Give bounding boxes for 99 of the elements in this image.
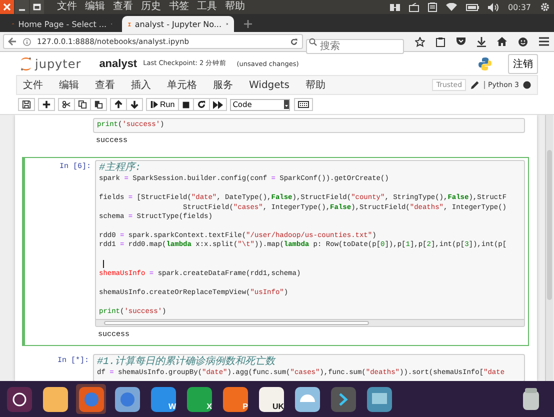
plus-icon[interactable] [244,20,252,28]
text-cursor [103,260,104,268]
radio-icon [408,2,419,12]
chevron-icon [330,386,356,412]
presentation-icon [222,386,248,412]
save-button[interactable] [18,98,35,111]
download-icon[interactable] [477,36,486,46]
restart-run-all-button[interactable] [208,98,227,111]
step-forward-icon [150,100,158,109]
clipboard-icon[interactable] [436,36,445,46]
copy-icon [78,100,87,109]
folder-icon [42,386,68,412]
browser-tab[interactable]: analyst - Jupyter No... [122,16,234,32]
maximize-icon [33,3,41,11]
keyboard-icon [298,101,309,108]
vertical-scrollbar[interactable] [545,115,553,381]
volume-icon [488,2,499,12]
dock-item[interactable] [112,384,142,414]
home-icon[interactable] [497,37,507,46]
menu-item[interactable]: 服务 [213,78,233,92]
circle-logo-icon [6,386,32,412]
spreadsheet-icon [186,386,212,412]
plus-icon [42,100,51,109]
dock-item[interactable]: UK [256,384,286,414]
maximize-button[interactable] [30,0,44,14]
menu-item[interactable]: 查看 [113,1,133,13]
move-up-button[interactable] [110,98,127,111]
insert-button[interactable] [38,98,55,111]
copy-button[interactable] [74,98,91,111]
menu-item[interactable]: 编辑 [85,1,105,13]
menu-item[interactable]: 帮助 [225,1,245,13]
paste-button[interactable] [90,98,107,111]
info-icon[interactable] [23,38,31,46]
arrow-down-icon [130,100,139,109]
pencil-icon[interactable] [471,81,480,89]
move-down-button[interactable] [126,98,143,111]
notebook-name[interactable]: analyst [99,58,138,70]
dock-item[interactable] [364,384,394,414]
star-icon[interactable] [415,36,425,46]
restart-icon [196,100,206,109]
logout-button[interactable]: 注销 [508,54,538,74]
code-cell[interactable] [22,157,529,346]
menu-item[interactable]: 文件 [57,1,77,13]
run-button[interactable]: Run [146,98,179,111]
smiley-icon[interactable] [518,36,528,46]
pocket-icon[interactable] [456,37,466,46]
code-editor[interactable] [95,160,525,328]
back-arrow-icon[interactable] [8,37,17,46]
orbit-logo-icon [20,56,32,70]
transfer-icon [390,2,400,12]
close-icon [3,3,11,11]
dock-item[interactable] [40,384,70,414]
horizontal-scrollbar[interactable] [96,319,524,326]
menu-icon[interactable] [539,37,549,46]
menu-item[interactable]: Widgets [249,80,290,90]
globe-icon [78,386,104,412]
menu-item[interactable]: 工具 [197,1,217,13]
document-icon [150,386,176,412]
interrupt-button[interactable] [178,98,194,111]
code-line: #主程序: [99,163,142,174]
menu-item[interactable]: 文件 [23,78,43,92]
monitor-icon [366,386,392,412]
trash-icon[interactable] [522,388,540,410]
menu-item[interactable]: 书签 [169,1,189,13]
menu-item[interactable]: 历史 [141,1,161,13]
restart-button[interactable] [192,98,210,111]
menu-item[interactable]: 帮助 [305,78,326,92]
clipboard-icon [428,2,437,12]
search-field[interactable]: 搜索 [306,39,404,54]
stop-icon [182,100,190,108]
battery-icon [466,4,479,10]
snake-logo-icon [478,56,492,70]
menu-item[interactable]: 插入 [131,78,151,92]
hourglass-icon [128,20,131,28]
scissors-icon [62,100,71,109]
code-line: #1.计算每日的累计确诊病例数和死亡数 [97,357,277,368]
browser-tab[interactable]: Home Page - Select ... [6,16,118,32]
jupyter-logo[interactable]: jupyter [20,56,82,70]
menu-item[interactable]: 查看 [95,78,115,92]
reload-icon[interactable] [290,38,298,46]
clock: 00:37 [508,2,531,12]
search-icon [309,38,317,46]
fast-forward-icon [212,100,223,108]
command-palette-button[interactable] [294,98,313,111]
menu-item[interactable]: 编辑 [59,78,79,92]
dock-item[interactable] [4,384,34,414]
wifi-icon [446,3,457,11]
arrow-up-icon [114,100,123,109]
dock-item[interactable] [292,384,322,414]
dock-item[interactable] [328,384,358,414]
menu-item[interactable]: 单元格 [167,78,197,92]
minimize-button[interactable] [15,0,29,14]
close-button[interactable] [0,0,14,14]
shopping-bag-icon [258,386,284,412]
cut-button[interactable] [58,98,75,111]
globe-icon [114,386,140,412]
gear-icon[interactable] [540,2,550,12]
paste-icon [94,100,103,109]
dome-icon [294,386,320,412]
